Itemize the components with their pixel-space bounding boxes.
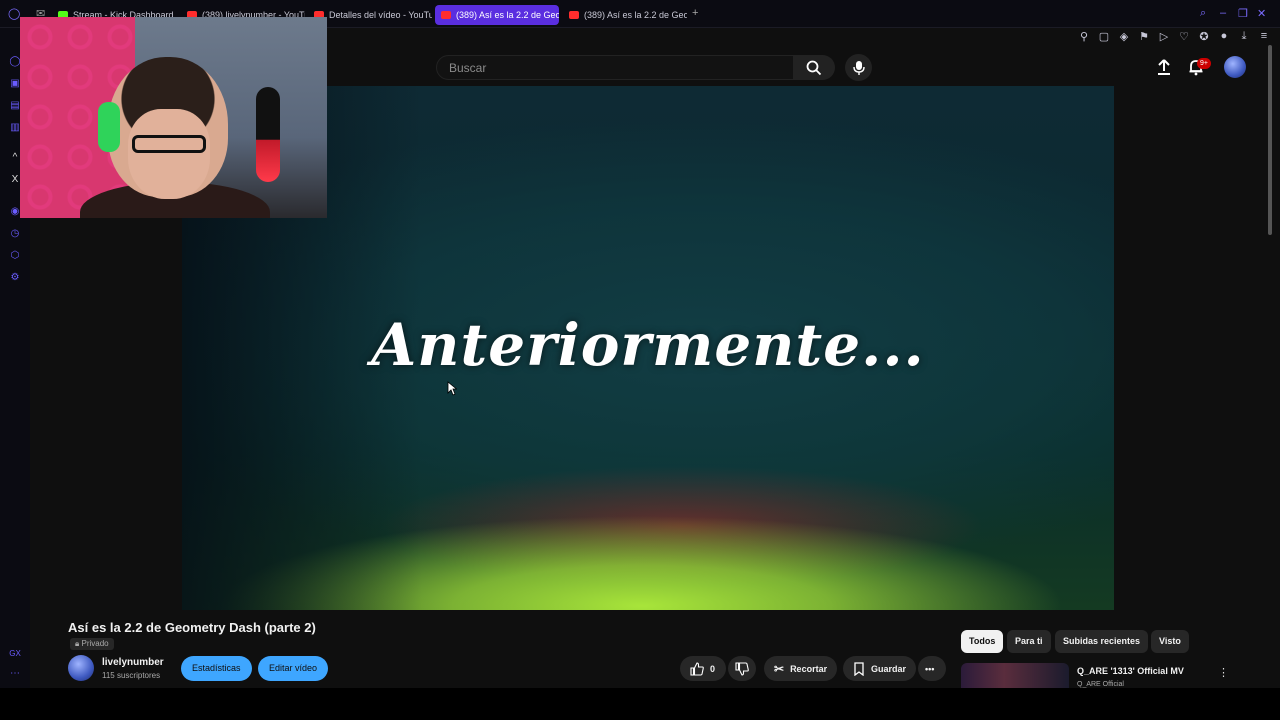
more-vertical-icon[interactable]: ⋮ — [1218, 666, 1229, 679]
download-icon[interactable]: ⤓ — [1238, 30, 1250, 43]
clip-button[interactable]: ✂ Recortar — [764, 656, 838, 681]
chip-recent-uploads[interactable]: Subidas recientes — [1055, 630, 1149, 653]
like-count: 0 — [710, 663, 716, 674]
channel-name[interactable]: livelynumber — [102, 657, 164, 668]
recommendation-thumbnail[interactable] — [961, 663, 1069, 688]
flow-icon[interactable]: ⚑ — [1138, 30, 1150, 43]
scissors-icon: ✂ — [774, 661, 785, 676]
analytics-button[interactable]: Estadísticas — [181, 656, 252, 681]
thumbs-down-icon — [735, 661, 749, 676]
maximize-icon[interactable]: ❐ — [1238, 7, 1248, 20]
pin-icon[interactable]: ⚲ — [1078, 30, 1090, 43]
more-sidebar-icon[interactable]: ⋯ — [9, 668, 21, 680]
webcam-glasses — [132, 135, 206, 153]
tab-label: Detalles del vídeo - YouTu — [329, 10, 432, 20]
close-window-icon[interactable]: ✕ — [1257, 7, 1266, 20]
search-icon — [806, 60, 822, 75]
history-icon[interactable]: ◷ — [9, 228, 21, 240]
more-actions-button[interactable]: ••• — [918, 656, 946, 681]
letterbox-bottom — [0, 688, 1280, 720]
tab-video-active[interactable]: (389) Así es la 2.2 de Geo — [435, 5, 559, 25]
mouse-cursor-icon — [447, 381, 457, 396]
gx-icon[interactable]: GX — [9, 648, 21, 660]
like-button[interactable]: 0 — [680, 656, 726, 681]
webcam-microphone — [256, 87, 280, 182]
bookmark-icon — [854, 661, 864, 676]
shield-icon[interactable]: ◈ — [1118, 30, 1130, 43]
browser-toolbar: ⚲ ▢ ◈ ⚑ ▷ ♡ ✪ ● ⤓ ≡ — [1078, 30, 1270, 43]
extensions-icon[interactable]: ✪ — [1198, 30, 1210, 43]
browser-window: ◯ ✉ Stream - Kick Dashboard (389) lively… — [0, 0, 1280, 688]
recommendation-channel[interactable]: Q_ARE Official — [1077, 681, 1124, 688]
chip-all[interactable]: Todos — [961, 630, 1004, 653]
search-button[interactable] — [793, 55, 835, 80]
search-input[interactable]: Buscar — [436, 55, 796, 80]
play-icon[interactable]: ▷ — [1158, 30, 1170, 43]
subscriber-count: 115 suscriptores — [102, 671, 161, 680]
save-label: Guardar — [871, 663, 907, 674]
recommendation-title[interactable]: Q_ARE '1313' Official MV — [1077, 666, 1184, 676]
minimize-icon[interactable]: – — [1220, 7, 1226, 19]
video-overlay-text: Anteriormente... — [371, 311, 925, 379]
video-title: Así es la 2.2 de Geometry Dash (parte 2) — [68, 620, 316, 635]
edit-video-button[interactable]: Editar vídeo — [258, 656, 329, 681]
snapshot-icon[interactable]: ▢ — [1098, 30, 1110, 43]
page-scrollbar[interactable] — [1268, 45, 1272, 235]
tab-label: (389) Así es la 2.2 de Geo — [456, 10, 559, 20]
channel-avatar[interactable] — [68, 655, 94, 681]
privacy-badge: 🔒︎ Privado — [70, 638, 114, 650]
more-horizontal-icon: ••• — [925, 663, 935, 674]
youtube-icon — [441, 11, 451, 19]
youtube-icon — [569, 11, 579, 19]
privacy-label: Privado — [81, 639, 109, 648]
heart-icon[interactable]: ♡ — [1178, 30, 1190, 43]
microphone-icon — [852, 60, 865, 75]
chip-for-you[interactable]: Para ti — [1007, 630, 1051, 653]
account-avatar[interactable] — [1224, 56, 1246, 78]
new-tab-button[interactable]: + — [692, 7, 698, 19]
dislike-button[interactable] — [728, 656, 756, 681]
menu-icon[interactable]: ≡ — [1258, 30, 1270, 43]
voice-search-button[interactable] — [845, 54, 872, 81]
tab-label: (389) Así es la 2.2 de Geo — [584, 10, 687, 20]
webcam-person-face — [128, 109, 210, 199]
webcam-headset — [98, 102, 120, 152]
notification-badge: 9+ — [1197, 58, 1211, 69]
thumbs-up-icon — [690, 661, 704, 676]
profile-icon[interactable]: ● — [1218, 30, 1230, 43]
extensions-sidebar-icon[interactable]: ⬡ — [9, 250, 21, 262]
settings-icon[interactable]: ⚙ — [9, 272, 21, 284]
webcam-overlay — [20, 17, 327, 218]
tab-video-duplicate[interactable]: (389) Así es la 2.2 de Geo — [563, 5, 687, 25]
save-button[interactable]: Guardar — [843, 656, 917, 681]
search-tabs-icon[interactable]: ⌕ — [1200, 7, 1206, 20]
chip-watched[interactable]: Visto — [1151, 630, 1189, 653]
upload-icon[interactable] — [1155, 58, 1173, 76]
opera-logo-icon[interactable]: ◯ — [8, 7, 20, 20]
clip-label: Recortar — [790, 663, 828, 674]
